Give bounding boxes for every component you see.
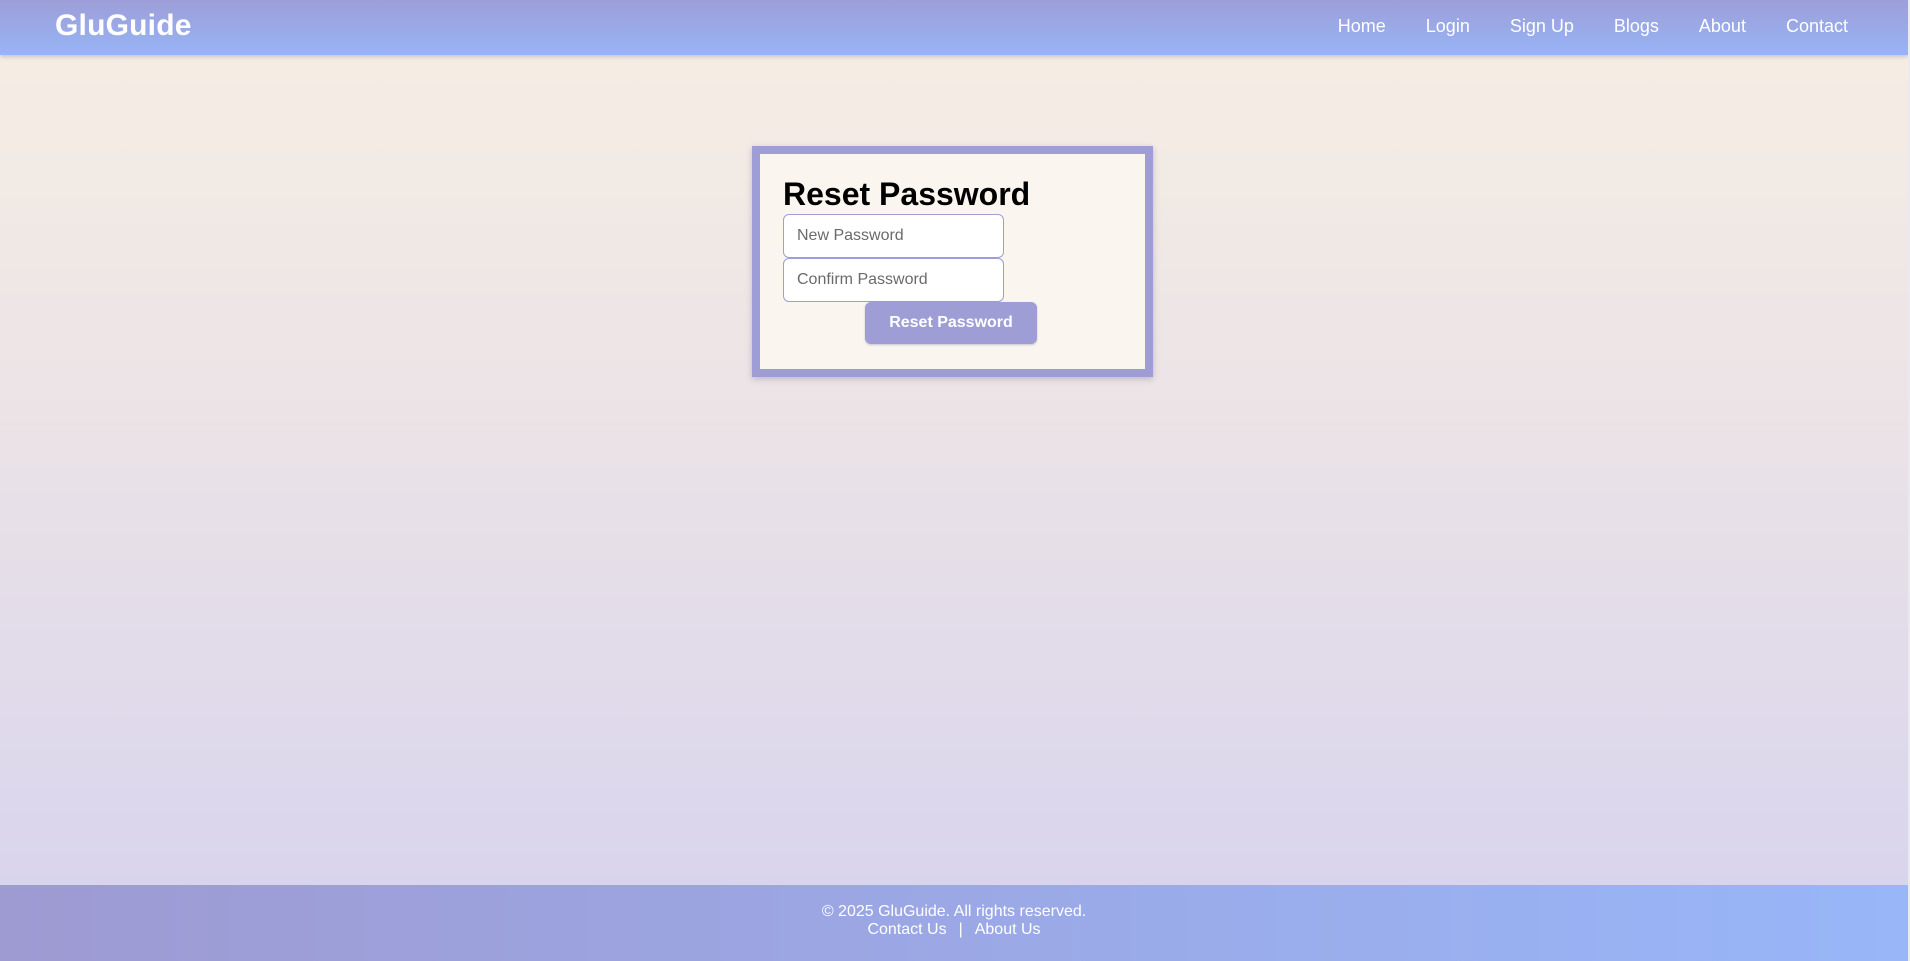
- footer-separator: |: [958, 921, 963, 938]
- new-password-input[interactable]: [783, 214, 1004, 258]
- nav-link-blogs[interactable]: Blogs: [1614, 16, 1659, 37]
- nav-link-sign-up[interactable]: Sign Up: [1510, 16, 1574, 37]
- top-navbar: GluGuide Home Login Sign Up Blogs About …: [0, 0, 1908, 55]
- footer-link-about-us[interactable]: About Us: [975, 921, 1041, 938]
- brand-logo[interactable]: GluGuide: [55, 9, 192, 43]
- page-background: GluGuide Home Login Sign Up Blogs About …: [0, 0, 1908, 961]
- reset-password-title: Reset Password: [783, 176, 1031, 212]
- confirm-password-input[interactable]: [783, 258, 1004, 302]
- nav-link-login[interactable]: Login: [1426, 16, 1470, 37]
- reset-password-button[interactable]: Reset Password: [865, 302, 1037, 344]
- nav-link-home[interactable]: Home: [1338, 16, 1386, 37]
- footer-links: Contact Us | About Us: [0, 921, 1908, 939]
- nav-link-contact[interactable]: Contact: [1786, 16, 1848, 37]
- page-footer: © 2025 GluGuide. All rights reserved. Co…: [0, 885, 1908, 961]
- reset-password-card: Reset Password Reset Password: [752, 146, 1153, 377]
- footer-link-contact-us[interactable]: Contact Us: [867, 921, 946, 938]
- nav-links: Home Login Sign Up Blogs About Contact: [1298, 16, 1848, 37]
- nav-link-about[interactable]: About: [1699, 16, 1746, 37]
- footer-copyright: © 2025 GluGuide. All rights reserved.: [821, 903, 1087, 920]
